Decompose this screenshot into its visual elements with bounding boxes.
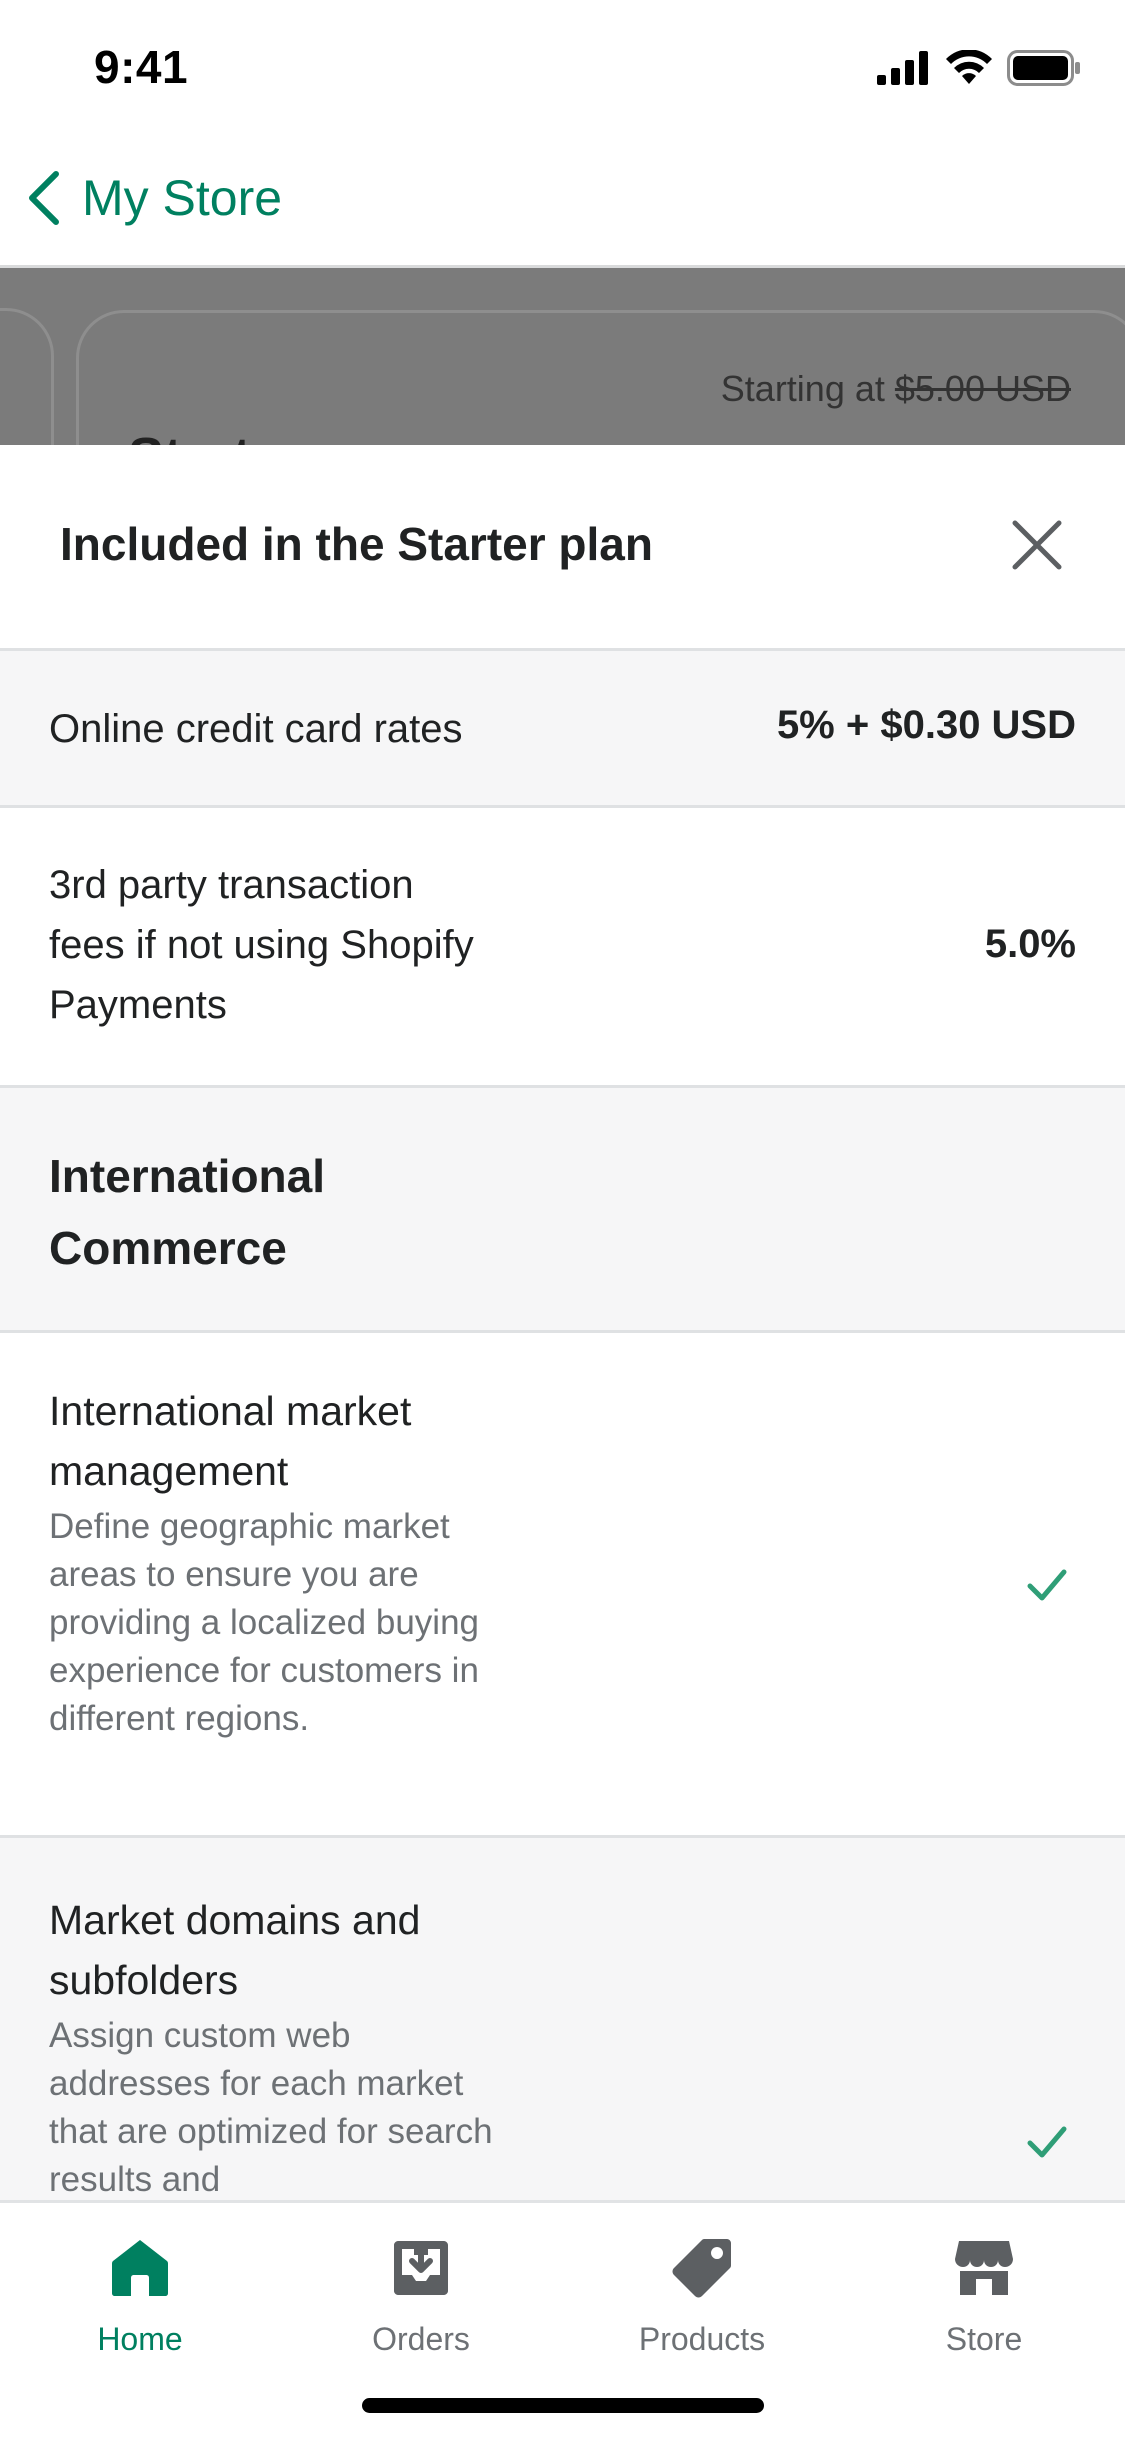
checkmark-icon — [1027, 2126, 1067, 2158]
feature-title: Market domains and subfolders — [49, 1897, 421, 2003]
background-plan-title: Start — [128, 426, 251, 445]
tab-label: Store — [945, 2321, 1023, 2357]
rate-row: Online credit card rates 5% + $0.30 USD — [0, 651, 1125, 808]
fee-row: 3rd party transaction fees if not using … — [0, 808, 1125, 1088]
fee-value: 5.0% — [984, 922, 1076, 966]
home-indicator[interactable] — [362, 2398, 764, 2413]
background-plan-card-prev — [0, 308, 54, 445]
feature-description: Assign custom web addresses for each mar… — [49, 2016, 493, 2199]
tab-label: Products — [638, 2321, 766, 2357]
wifi-icon — [946, 50, 992, 84]
tab-label: Orders — [372, 2321, 470, 2357]
tab-label: Home — [97, 2321, 183, 2357]
feature-row: International market management Define g… — [0, 1333, 1125, 1838]
status-time: 9:41 — [94, 41, 189, 93]
tab-products[interactable]: Products — [592, 2233, 812, 2373]
close-icon[interactable] — [1009, 517, 1065, 573]
plan-details-sheet: Included in the Starter plan Online cred… — [0, 445, 1125, 2200]
feature-title: International market management — [49, 1388, 412, 1494]
navigation-bar: My Store — [0, 140, 1125, 268]
orders-icon — [394, 2241, 448, 2295]
home-icon — [112, 2240, 168, 2296]
price-prefix: Starting at — [720, 368, 885, 409]
rate-label: Online credit card rates — [49, 707, 463, 751]
back-button-label: My Store — [82, 170, 283, 226]
tab-orders[interactable]: Orders — [311, 2233, 531, 2373]
section-title: International Commerce — [49, 1150, 326, 1274]
modal-backdrop[interactable]: Starting at $5.00 USD Start — [0, 268, 1125, 445]
tag-icon — [672, 2239, 731, 2298]
back-button[interactable]: My Store — [24, 168, 282, 228]
tab-store[interactable]: Store — [874, 2233, 1094, 2373]
fee-label: 3rd party transaction fees if not using … — [49, 863, 474, 1027]
sheet-title: Included in the Starter plan — [60, 518, 653, 570]
price-struck: $5.00 USD — [894, 368, 1071, 409]
rate-value: 5% + $0.30 USD — [776, 703, 1076, 747]
checkmark-icon — [1027, 1569, 1067, 1601]
tab-home[interactable]: Home — [30, 2233, 250, 2373]
feature-description: Define geographic market areas to ensure… — [49, 1507, 479, 1738]
store-icon — [955, 2241, 1013, 2295]
chevron-left-icon — [29, 171, 59, 225]
sheet-header: Included in the Starter plan — [0, 445, 1125, 651]
feature-row: Market domains and subfolders Assign cus… — [0, 1838, 1125, 2200]
background-plan-price: Starting at $5.00 USD — [721, 368, 1071, 410]
status-bar: 9:41 — [0, 0, 1125, 140]
status-icons — [877, 50, 1081, 86]
plan-feature-list: Online credit card rates 5% + $0.30 USD … — [0, 651, 1125, 2200]
cellular-signal-icon — [877, 51, 928, 85]
battery-icon — [1007, 50, 1080, 86]
section-header-row: International Commerce — [0, 1088, 1125, 1333]
